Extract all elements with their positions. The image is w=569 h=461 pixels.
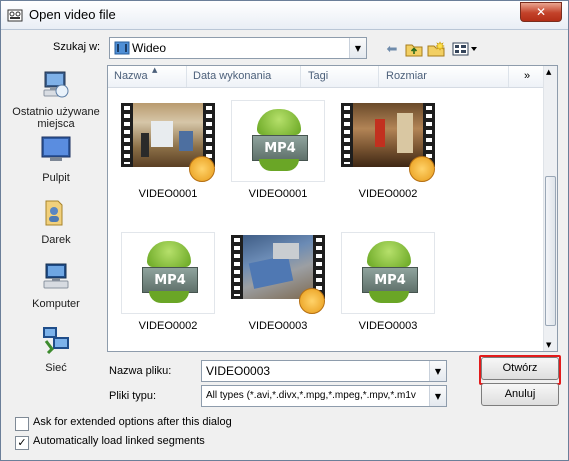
column-separator[interactable] [300, 66, 301, 87]
file-name: VIDEO0001 [138, 188, 198, 200]
window-title: Open video file [29, 7, 116, 22]
scrollbar-thumb[interactable] [545, 176, 556, 326]
list-item[interactable]: MP4 VIDEO0003 [338, 232, 438, 342]
place-label: Komputer [32, 298, 80, 310]
checkmark-icon: ✓ [17, 436, 27, 449]
new-folder-icon[interactable] [427, 41, 445, 57]
open-button[interactable]: Otwórz [481, 357, 559, 380]
place-label: Sieć [45, 362, 67, 374]
media-player-badge-icon [299, 288, 325, 314]
place-user-folder[interactable]: Darek [11, 197, 101, 246]
cancel-button[interactable]: Anuluj [481, 383, 559, 406]
file-name: VIDEO0003 [248, 320, 308, 332]
place-network[interactable]: Sieć [11, 325, 101, 374]
column-separator[interactable] [378, 66, 379, 87]
list-item[interactable]: MP4 VIDEO0002 [118, 232, 218, 342]
place-computer[interactable]: Komputer [11, 261, 101, 310]
place-label: Ostatnio używane miejsca [12, 106, 100, 130]
vertical-scrollbar[interactable]: ▲ ▼ [543, 66, 557, 351]
filetype-select[interactable]: All types (*.avi,*.divx,*.mpg,*.mpeg,*.m… [201, 385, 447, 407]
mp4-file-icon: MP4 [341, 232, 435, 314]
video-thumbnail [121, 100, 215, 182]
up-folder-icon[interactable] [405, 41, 423, 57]
app-icon [7, 9, 23, 22]
view-menu-icon[interactable] [452, 41, 478, 57]
place-desktop[interactable]: Pulpit [11, 135, 101, 184]
column-separator[interactable] [186, 66, 187, 87]
desktop-icon [41, 136, 71, 161]
mp4-file-icon: MP4 [231, 100, 325, 182]
file-list[interactable]: Nazwa ▲ Data wykonania Tagi Rozmiar » VI… [107, 65, 558, 352]
place-label: Pulpit [42, 172, 70, 184]
video-folder-icon [114, 41, 130, 55]
close-button[interactable]: ✕ [520, 2, 562, 22]
list-item[interactable]: MP4 VIDEO0001 [228, 100, 328, 210]
scroll-up-icon[interactable]: ▲ [546, 68, 551, 76]
filename-input[interactable]: VIDEO0003 ▼ [201, 360, 447, 382]
column-name[interactable]: Nazwa [114, 70, 148, 82]
load-linked-segments-label: Automatically load linked segments [33, 435, 205, 447]
file-name: VIDEO0001 [248, 188, 308, 200]
chevron-down-icon[interactable]: ▼ [429, 386, 446, 406]
chevron-down-icon[interactable]: ▼ [349, 38, 366, 58]
video-thumbnail [231, 232, 325, 314]
places-bar: Ostatnio używane miejsca Pulpit Darek Ko… [11, 63, 101, 383]
filetype-value: All types (*.avi,*.divx,*.mpg,*.mpeg,*.m… [206, 390, 416, 401]
column-date[interactable]: Data wykonania [193, 70, 271, 82]
mp4-file-icon: MP4 [121, 232, 215, 314]
extended-options-checkbox[interactable] [15, 417, 29, 431]
filetype-label: Pliki typu: [109, 390, 157, 402]
user-folder-icon [45, 200, 63, 226]
network-icon [43, 327, 69, 355]
sort-ascending-icon: ▲ [152, 66, 158, 74]
list-item[interactable]: VIDEO0001 [118, 100, 218, 210]
more-columns-icon[interactable]: » [524, 70, 530, 82]
close-icon: ✕ [535, 5, 547, 19]
look-in-value: Wideo [132, 41, 167, 55]
video-thumbnail [341, 100, 435, 182]
scroll-down-icon[interactable]: ▼ [546, 341, 551, 349]
filename-label: Nazwa pliku: [109, 365, 172, 377]
chevron-down-icon[interactable]: ▼ [429, 361, 446, 381]
column-size[interactable]: Rozmiar [386, 70, 427, 82]
list-item[interactable]: VIDEO0002 [338, 100, 438, 210]
file-name: VIDEO0002 [358, 188, 418, 200]
recent-places-icon [43, 71, 69, 98]
column-separator[interactable] [508, 66, 509, 87]
back-arrow-icon[interactable]: ⬅ [384, 41, 400, 57]
file-name: VIDEO0002 [138, 320, 198, 332]
look-in-label: Szukaj w: [53, 41, 101, 53]
extended-options-label: Ask for extended options after this dial… [33, 416, 232, 428]
title-bar: Open video file ✕ [1, 1, 568, 30]
look-in-combo[interactable]: Wideo ▼ [109, 37, 367, 59]
column-header: Nazwa ▲ Data wykonania Tagi Rozmiar » [108, 66, 544, 88]
media-player-badge-icon [409, 156, 435, 182]
computer-icon [43, 263, 69, 289]
open-video-dialog: Open video file ✕ Szukaj w: Wideo ▼ ⬅ Os… [0, 0, 569, 461]
file-name: VIDEO0003 [358, 320, 418, 332]
place-label: Darek [41, 234, 71, 246]
place-recent-places[interactable]: Ostatnio używane miejsca [11, 69, 101, 130]
filename-value: VIDEO0003 [206, 364, 271, 378]
load-linked-segments-checkbox[interactable]: ✓ [15, 436, 29, 450]
list-item[interactable]: VIDEO0003 [228, 232, 328, 342]
media-player-badge-icon [189, 156, 215, 182]
column-tags[interactable]: Tagi [308, 70, 328, 82]
